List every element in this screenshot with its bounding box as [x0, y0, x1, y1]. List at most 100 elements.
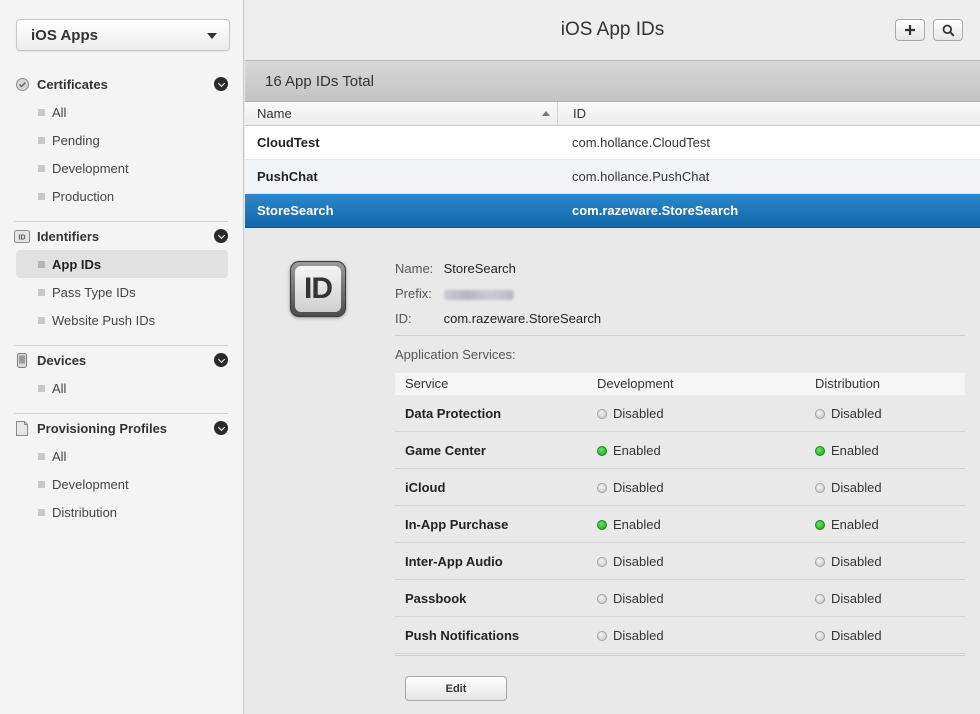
services-rows: Data Protection Disabled Disabled Game Cent…	[395, 395, 965, 654]
section-header-provisioning-profiles[interactable]: Provisioning Profiles	[0, 414, 244, 442]
id-value: com.razeware.StoreSearch	[443, 311, 602, 326]
sidebar-item-profiles-all[interactable]: All	[16, 442, 228, 470]
prefix-value-redacted	[443, 289, 514, 300]
column-header-id[interactable]: ID	[573, 106, 586, 121]
bullet-icon	[38, 509, 45, 516]
id-badge-icon: ID	[14, 228, 30, 244]
sidebar: iOS Apps Certificates All Pending Develo…	[0, 0, 244, 714]
column-header-name[interactable]: Name	[257, 106, 292, 121]
status-disabled-icon	[815, 594, 825, 604]
table-row-selected[interactable]: StoreSearch com.razeware.StoreSearch	[245, 194, 980, 228]
service-name: In-App Purchase	[405, 517, 508, 532]
status-enabled-icon	[597, 446, 607, 456]
status-disabled-icon	[597, 409, 607, 419]
status-disabled-icon	[815, 483, 825, 493]
development-status: Disabled	[597, 554, 664, 569]
column-header-service: Service	[405, 376, 449, 391]
section-devices: Devices All	[0, 346, 244, 402]
sidebar-item-certificates-production[interactable]: Production	[16, 182, 228, 210]
distribution-status: Disabled	[815, 480, 882, 495]
sidebar-item-app-ids[interactable]: App IDs	[16, 250, 228, 278]
section-title: Identifiers	[37, 228, 100, 244]
service-name: iCloud	[405, 480, 445, 495]
service-row: Inter-App Audio Disabled Disabled	[395, 543, 965, 580]
section-header-identifiers[interactable]: ID Identifiers	[0, 222, 244, 250]
chevron-down-icon[interactable]	[214, 353, 228, 367]
service-name: Passbook	[405, 591, 466, 606]
section-title: Certificates	[37, 76, 108, 92]
section-header-devices[interactable]: Devices	[0, 346, 244, 374]
detail-name: Name: StoreSearch	[395, 261, 516, 276]
sidebar-item-label: Pass Type IDs	[52, 284, 136, 300]
distribution-text: Enabled	[831, 517, 879, 532]
section-title: Provisioning Profiles	[37, 420, 168, 436]
service-text: iCloud	[405, 480, 446, 495]
bullet-icon	[38, 317, 45, 324]
service-text: Inter-App Audio	[405, 554, 503, 569]
bullet-icon	[38, 453, 45, 460]
development-status: Disabled	[597, 628, 664, 643]
development-status: Disabled	[597, 591, 664, 606]
bullet-icon	[38, 481, 45, 488]
divider	[395, 335, 965, 336]
distribution-status: Disabled	[815, 591, 882, 606]
certificate-icon	[14, 76, 30, 92]
development-text: Disabled	[613, 628, 664, 643]
table-row[interactable]: CloudTest com.hollance.CloudTest	[245, 126, 980, 160]
sidebar-item-label: App IDs	[52, 256, 102, 272]
titlebar: iOS App IDs	[245, 0, 980, 60]
app-bundle-id: com.razeware.StoreSearch	[572, 203, 739, 218]
sidebar-item-profiles-distribution[interactable]: Distribution	[16, 498, 228, 526]
status-disabled-icon	[597, 557, 607, 567]
app-bundle-id: com.hollance.PushChat	[572, 169, 710, 184]
sidebar-item-label: Development	[52, 160, 129, 176]
chevron-down-icon[interactable]	[214, 77, 228, 91]
platform-select-label: iOS Apps	[31, 26, 98, 44]
device-icon	[14, 352, 30, 368]
sidebar-item-certificates-development[interactable]: Development	[16, 154, 228, 182]
edit-button[interactable]: Edit	[405, 676, 507, 701]
app-name: CloudTest	[257, 135, 320, 150]
id-label: ID:	[395, 311, 412, 326]
name-label: Name:	[395, 261, 434, 276]
development-status: Enabled	[597, 517, 661, 532]
service-text: Push Notifications	[405, 628, 520, 643]
service-name: Game Center	[405, 443, 486, 458]
chevron-down-icon[interactable]	[214, 421, 228, 435]
column-header-distribution: Distribution	[815, 376, 881, 391]
sidebar-item-profiles-development[interactable]: Development	[16, 470, 228, 498]
add-button[interactable]	[895, 19, 925, 41]
distribution-text: Disabled	[831, 480, 882, 495]
sidebar-item-certificates-all[interactable]: All	[16, 98, 228, 126]
platform-select[interactable]: iOS Apps	[16, 19, 230, 51]
sidebar-item-certificates-pending[interactable]: Pending	[16, 126, 228, 154]
total-count-label: 16 App IDs Total	[265, 72, 374, 90]
search-button[interactable]	[933, 19, 963, 41]
status-disabled-icon	[815, 409, 825, 419]
bullet-icon	[38, 165, 45, 172]
sidebar-item-label: All	[52, 104, 67, 120]
sidebar-item-label: Pending	[52, 132, 100, 148]
sidebar-item-website-push-ids[interactable]: Website Push IDs	[16, 306, 228, 334]
chevron-down-icon	[207, 33, 217, 39]
sidebar-item-label: All	[52, 380, 67, 396]
sidebar-item-label: Production	[52, 188, 115, 204]
development-text: Disabled	[613, 554, 664, 569]
table-row[interactable]: PushChat com.hollance.PushChat	[245, 160, 980, 194]
divider	[395, 655, 965, 656]
section-identifiers: ID Identifiers App IDs Pass Type IDs Web…	[0, 222, 244, 334]
search-icon	[942, 24, 955, 37]
section-header-certificates[interactable]: Certificates	[0, 70, 244, 98]
development-status: Disabled	[597, 406, 664, 421]
development-text: Disabled	[613, 591, 664, 606]
sidebar-item-devices-all[interactable]: All	[16, 374, 228, 402]
status-disabled-icon	[597, 594, 607, 604]
document-icon	[14, 420, 30, 436]
chevron-down-icon[interactable]	[214, 229, 228, 243]
distribution-text: Disabled	[831, 591, 882, 606]
sidebar-item-pass-type-ids[interactable]: Pass Type IDs	[16, 278, 228, 306]
service-text: Data Protection	[405, 406, 502, 421]
status-disabled-icon	[815, 631, 825, 641]
app-bundle-id: com.hollance.CloudTest	[572, 135, 711, 150]
distribution-status: Disabled	[815, 628, 882, 643]
